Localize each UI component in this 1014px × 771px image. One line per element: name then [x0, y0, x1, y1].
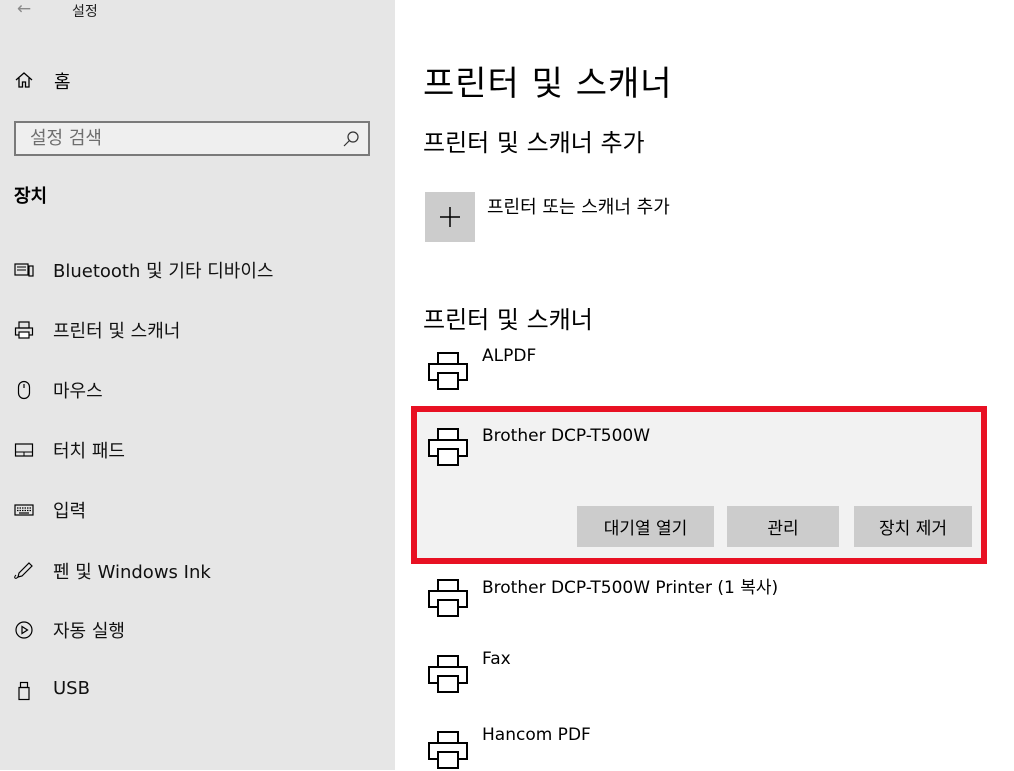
printer-item-hancom-pdf[interactable]: Hancom PDF	[411, 725, 985, 770]
bluetooth-devices-icon	[14, 263, 34, 277]
printer-name: Brother DCP-T500W Printer (1 복사)	[482, 578, 779, 598]
title-bar: ← 설정	[0, 0, 395, 26]
sidebar: ← 설정 홈 장치 Bluetooth 및 기타 디바이스 프린터 및 스캐	[0, 0, 395, 770]
usb-icon	[18, 681, 30, 701]
home-nav-item[interactable]: 홈	[14, 66, 384, 94]
sidebar-item-label: 프린터 및 스캐너	[53, 321, 181, 342]
sidebar-item-touchpad[interactable]: 터치 패드	[0, 428, 395, 472]
app-title: 설정	[72, 4, 98, 20]
printer-item-fax[interactable]: Fax	[411, 649, 985, 721]
home-icon	[15, 72, 33, 88]
touchpad-icon	[14, 443, 34, 457]
sidebar-item-label: 펜 및 Windows Ink	[53, 562, 211, 583]
printer-name: Brother DCP-T500W	[482, 426, 651, 446]
section-title: 장치	[14, 186, 48, 207]
back-arrow-icon[interactable]: ←	[13, 0, 35, 20]
printer-list-title: 프린터 및 스캐너	[423, 306, 593, 334]
printer-item-selected[interactable]: Brother DCP-T500W 대기열 열기 관리 장치 제거	[411, 406, 987, 564]
manage-button[interactable]: 관리	[727, 506, 839, 547]
sidebar-item-usb[interactable]: USB	[0, 669, 395, 713]
sidebar-item-label: 마우스	[53, 381, 103, 402]
printer-icon	[428, 352, 468, 390]
search-input[interactable]	[16, 123, 340, 154]
search-box[interactable]	[14, 121, 370, 156]
printer-icon	[428, 579, 468, 617]
page-title: 프린터 및 스캐너	[423, 64, 673, 104]
remove-device-button[interactable]: 장치 제거	[854, 506, 972, 547]
printer-name: Hancom PDF	[482, 725, 591, 745]
open-queue-button[interactable]: 대기열 열기	[577, 506, 714, 547]
keyboard-icon	[14, 504, 34, 516]
autoplay-icon	[15, 621, 33, 639]
printer-icon	[14, 321, 34, 339]
printer-item-brother-copy[interactable]: Brother DCP-T500W Printer (1 복사)	[411, 575, 985, 645]
sidebar-item-bluetooth[interactable]: Bluetooth 및 기타 디바이스	[0, 248, 395, 292]
printer-icon	[428, 428, 468, 466]
sidebar-item-mouse[interactable]: 마우스	[0, 368, 395, 412]
printer-name: Fax	[482, 649, 511, 669]
sidebar-item-pen[interactable]: 펜 및 Windows Ink	[0, 549, 395, 593]
pen-icon	[14, 562, 33, 579]
add-section-title: 프린터 및 스캐너 추가	[423, 129, 645, 157]
sidebar-item-printers[interactable]: 프린터 및 스캐너	[0, 308, 395, 352]
printer-name: ALPDF	[482, 346, 537, 366]
sidebar-item-label: 자동 실행	[53, 621, 125, 642]
sidebar-item-label: 입력	[53, 501, 87, 522]
add-printer-label[interactable]: 프린터 또는 스캐너 추가	[487, 193, 670, 219]
sidebar-item-label: Bluetooth 및 기타 디바이스	[53, 261, 274, 282]
mouse-icon	[17, 380, 31, 400]
sidebar-item-autoplay[interactable]: 자동 실행	[0, 608, 395, 652]
printer-icon	[428, 655, 468, 693]
plus-icon	[440, 207, 460, 227]
sidebar-item-label: 터치 패드	[53, 441, 125, 462]
sidebar-item-label: USB	[53, 678, 90, 699]
add-printer-button[interactable]	[425, 192, 475, 242]
search-icon[interactable]	[342, 130, 360, 148]
home-label: 홈	[54, 72, 71, 93]
sidebar-item-typing[interactable]: 입력	[0, 488, 395, 532]
printer-icon	[428, 731, 468, 769]
